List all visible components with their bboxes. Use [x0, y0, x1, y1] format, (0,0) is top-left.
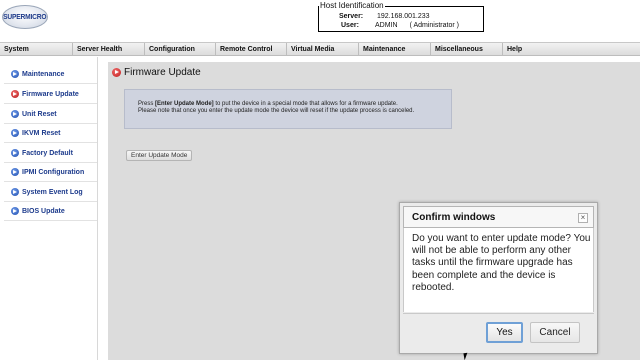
sidebar-item-maintenance[interactable]: Maintenance — [4, 65, 97, 84]
dialog-body: Do you want to enter update mode? You wi… — [403, 228, 594, 312]
info-line-2: Please note that once you enter the upda… — [138, 108, 415, 114]
server-row: Server: 192.168.001.233 — [339, 13, 430, 20]
host-identification-box: Host Identification Server: 192.168.001.2… — [318, 1, 484, 32]
host-identification-legend: Host Identification — [319, 1, 385, 10]
menu-maintenance[interactable]: Maintenance — [358, 43, 430, 56]
dialog-title: Confirm windows — [412, 212, 496, 223]
header: SUPERMICRO Host Identification Server: 19… — [0, 0, 640, 40]
user-role: ( Administrator ) — [409, 22, 459, 29]
blue-arrow-icon — [11, 70, 19, 78]
info-line-1: Press [Enter Update Mode] to put the dev… — [138, 101, 451, 108]
sidebar-item-label: BIOS Update — [22, 207, 65, 215]
sidebar-item-unit-reset[interactable]: Unit Reset — [4, 105, 97, 124]
sidebar-item-label: Factory Default — [22, 149, 73, 157]
sidebar-item-label: Maintenance — [22, 70, 65, 78]
blue-arrow-icon — [11, 110, 19, 118]
supermicro-logo[interactable]: SUPERMICRO — [2, 5, 48, 29]
red-arrow-icon — [11, 90, 19, 98]
info-suffix: to put the device in a special mode that… — [213, 101, 398, 107]
info-bold: [Enter Update Mode] — [155, 101, 214, 107]
sidebar-item-label: System Event Log — [22, 188, 83, 196]
sidebar-item-ipmi-configuration[interactable]: IPMI Configuration — [4, 163, 97, 182]
red-arrow-icon — [112, 68, 121, 77]
menu-remote-control[interactable]: Remote Control — [215, 43, 286, 56]
sidebar-item-label: IPMI Configuration — [22, 168, 85, 176]
server-label: Server: — [339, 13, 364, 20]
menu-server-health[interactable]: Server Health — [72, 43, 144, 56]
menu-virtual-media[interactable]: Virtual Media — [286, 43, 358, 56]
blue-arrow-icon — [11, 129, 19, 137]
blue-arrow-icon — [11, 188, 19, 196]
menu-help[interactable]: Help — [502, 43, 572, 56]
sidebar-item-ikvm-reset[interactable]: IKVM Reset — [4, 124, 97, 143]
menu-system[interactable]: System — [0, 43, 72, 56]
menu-miscellaneous[interactable]: Miscellaneous — [430, 43, 502, 56]
sidebar-item-label: Unit Reset — [22, 110, 57, 118]
sidebar-item-factory-default[interactable]: Factory Default — [4, 144, 97, 163]
blue-arrow-icon — [11, 149, 19, 157]
page-title: Firmware Update — [112, 67, 201, 78]
yes-button[interactable]: Yes — [486, 322, 523, 343]
info-box: Press [Enter Update Mode] to put the dev… — [124, 89, 452, 129]
sidebar-item-system-event-log[interactable]: System Event Log — [4, 183, 97, 202]
dialog-message: Do you want to enter update mode? You wi… — [412, 233, 591, 293]
page-title-text: Firmware Update — [124, 67, 201, 78]
menu-configuration[interactable]: Configuration — [144, 43, 215, 56]
sidebar-item-bios-update[interactable]: BIOS Update — [4, 202, 97, 221]
top-menu-bar: System Server Health Configuration Remot… — [0, 42, 640, 56]
user-row: User: ADMIN ( Administrator ) — [341, 22, 459, 29]
bmc-web-ui: SUPERMICRO Host Identification Server: 19… — [0, 0, 640, 360]
sidebar-item-firmware-update[interactable]: Firmware Update — [4, 85, 97, 104]
dialog-footer: Yes Cancel — [403, 313, 594, 350]
enter-update-mode-button[interactable]: Enter Update Mode — [126, 150, 193, 161]
sidebar-item-label: Firmware Update — [22, 90, 79, 98]
close-icon[interactable]: × — [578, 213, 588, 223]
sidebar-item-label: IKVM Reset — [22, 129, 61, 137]
blue-arrow-icon — [11, 207, 19, 215]
cancel-button[interactable]: Cancel — [530, 322, 580, 343]
confirm-dialog: Confirm windows × Do you want to enter u… — [399, 202, 598, 354]
dialog-titlebar[interactable]: Confirm windows × — [403, 206, 594, 228]
user-value: ADMIN — [375, 22, 398, 29]
user-label: User: — [341, 22, 359, 29]
blue-arrow-icon — [11, 168, 19, 176]
server-value: 192.168.001.233 — [377, 13, 430, 20]
logo-text: SUPERMICRO — [3, 13, 47, 21]
info-prefix: Press — [138, 101, 156, 107]
maintenance-sidebar: Maintenance Firmware Update Unit Reset I… — [0, 57, 98, 360]
